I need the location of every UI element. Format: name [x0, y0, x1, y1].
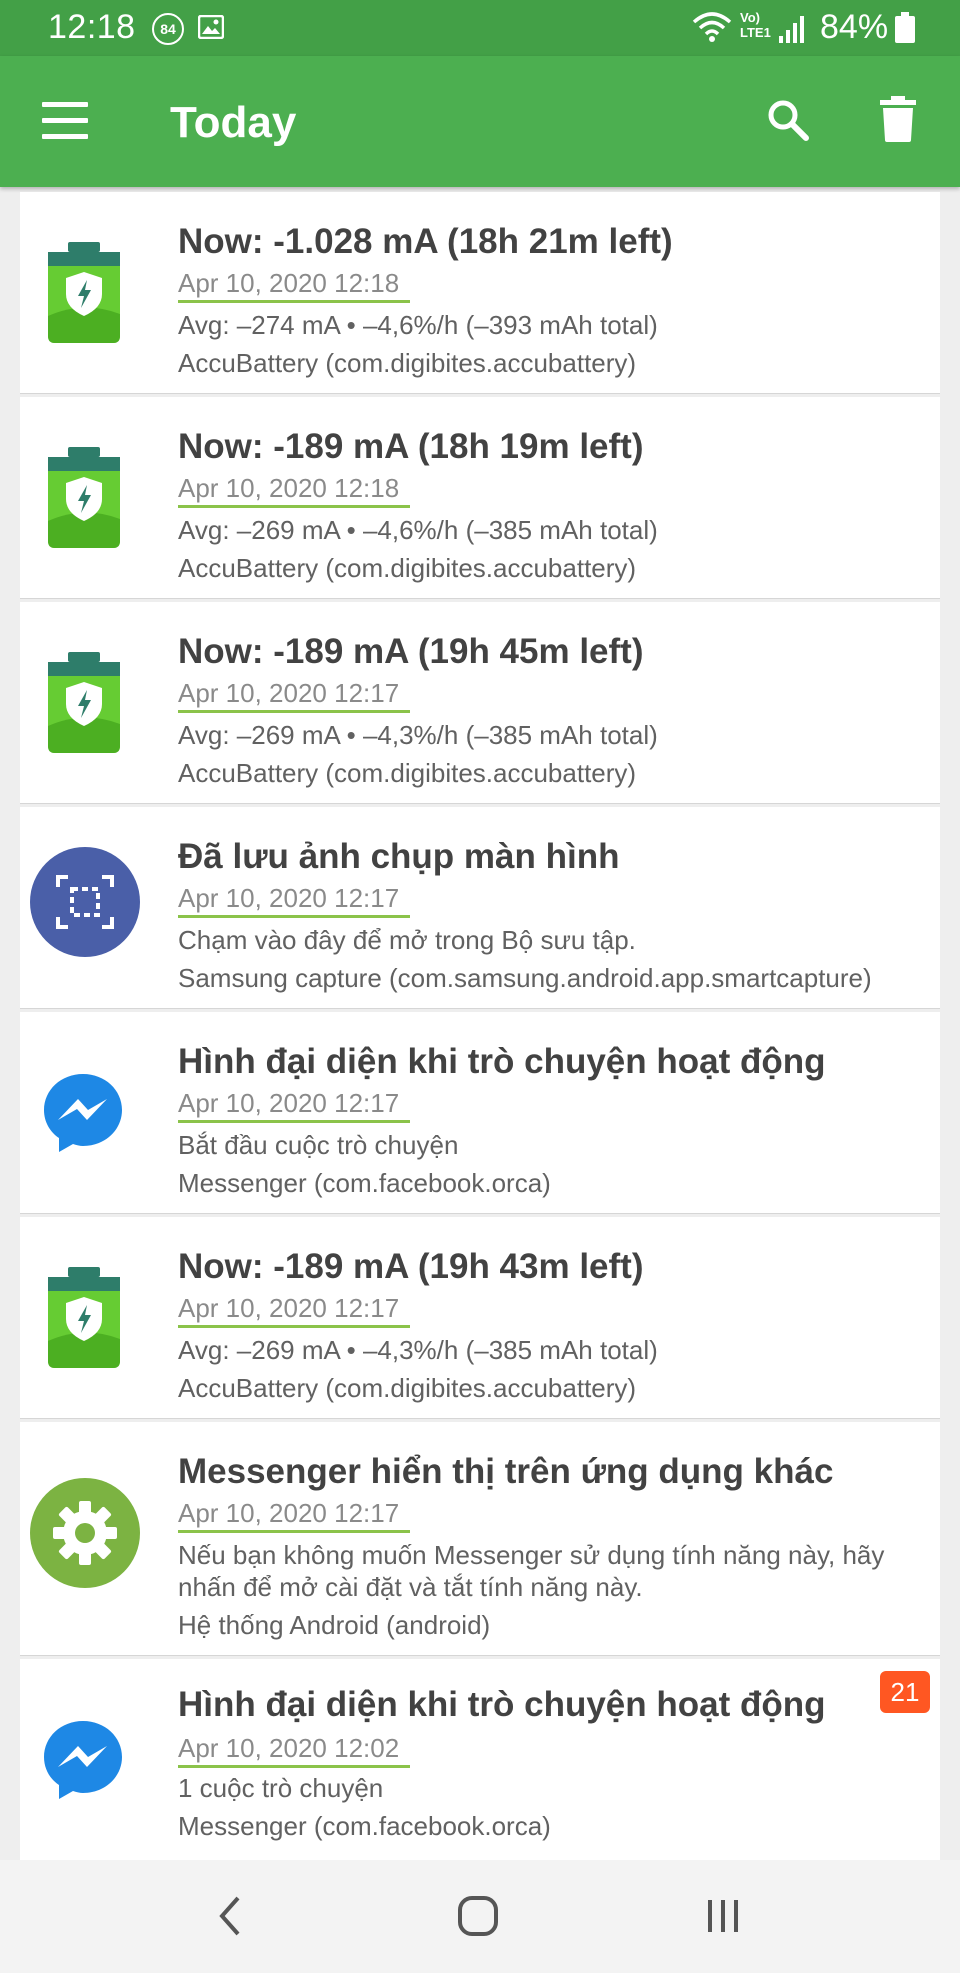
list-item[interactable]: Messenger hiển thị trên ứng dụng khác Ap… — [20, 1422, 940, 1656]
list-item[interactable]: Now: -189 mA (19h 45m left) Apr 10, 2020… — [20, 602, 940, 804]
app-bar: Today — [0, 56, 960, 187]
battery-shield-icon — [46, 242, 122, 349]
network-type-label: Vo) LTE1 — [740, 10, 771, 40]
notification-timestamp: Apr 10, 2020 12:17 — [178, 1293, 410, 1328]
notification-title: Now: -189 mA (18h 19m left) — [178, 427, 644, 466]
notification-title: Đã lưu ảnh chụp màn hình — [178, 837, 620, 876]
status-bar: 12:18 84 Vo) LTE1 84% — [0, 0, 960, 56]
notification-title: Messenger hiển thị trên ứng dụng khác — [178, 1452, 834, 1491]
menu-icon[interactable] — [42, 102, 88, 140]
list-item[interactable]: Now: -1.028 mA (18h 21m left) Apr 10, 20… — [20, 192, 940, 394]
notification-text: Chạm vào đây để mở trong Bộ sưu tập. — [178, 925, 636, 955]
battery-icon — [894, 12, 916, 49]
notification-text: Avg: –269 mA • –4,3%/h (–385 mAh total) — [178, 720, 658, 750]
list-item[interactable]: Hình đại diện khi trò chuyện hoạt động A… — [20, 1012, 940, 1214]
messenger-icon — [42, 1072, 124, 1159]
list-item[interactable]: Now: -189 mA (19h 43m left) Apr 10, 2020… — [20, 1217, 940, 1419]
notification-text: Nếu bạn không muốn Messenger sử dụng tín… — [178, 1540, 885, 1570]
notification-text: Avg: –269 mA • –4,3%/h (–385 mAh total) — [178, 1335, 658, 1365]
notification-app: Messenger (com.facebook.orca) — [178, 1811, 551, 1841]
notification-timestamp: Apr 10, 2020 12:17 — [178, 678, 410, 713]
signal-icon — [778, 14, 806, 49]
delete-icon[interactable] — [880, 96, 916, 147]
search-icon[interactable] — [766, 98, 810, 147]
notification-app: AccuBattery (com.digibites.accubattery) — [178, 1373, 637, 1403]
list-item[interactable]: Now: -189 mA (18h 19m left) Apr 10, 2020… — [20, 397, 940, 599]
list-item[interactable]: Đã lưu ảnh chụp màn hình Apr 10, 2020 12… — [20, 807, 940, 1009]
page-title: Today — [170, 98, 297, 147]
notification-app: AccuBattery (com.digibites.accubattery) — [178, 758, 637, 788]
notification-app: AccuBattery (com.digibites.accubattery) — [178, 348, 637, 378]
notification-app: AccuBattery (com.digibites.accubattery) — [178, 553, 637, 583]
notification-text: Avg: –269 mA • –4,6%/h (–385 mAh total) — [178, 515, 658, 545]
notification-app: Samsung capture (com.samsung.android.app… — [178, 963, 872, 993]
count-badge: 21 — [880, 1671, 930, 1713]
battery-shield-icon — [46, 1267, 122, 1374]
messenger-icon — [42, 1719, 124, 1806]
notification-timestamp: Apr 10, 2020 12:17 — [178, 883, 410, 918]
notification-timestamp: Apr 10, 2020 12:18 — [178, 473, 410, 508]
notification-app: Hệ thống Android (android) — [178, 1610, 491, 1640]
home-icon[interactable] — [456, 1894, 502, 1943]
notification-text: Bắt đầu cuộc trò chuyện — [178, 1130, 459, 1160]
wifi-icon — [692, 12, 732, 47]
screenshot-capture-icon — [30, 847, 140, 962]
list-item[interactable]: Hình đại diện khi trò chuyện hoạt động A… — [20, 1659, 940, 1861]
notification-count-badge: 84 — [152, 13, 184, 45]
notification-timestamp: Apr 10, 2020 12:18 — [178, 268, 410, 303]
battery-shield-icon — [46, 447, 122, 554]
notification-timestamp: Apr 10, 2020 12:17 — [178, 1498, 410, 1533]
notification-list: Now: -1.028 mA (18h 21m left) Apr 10, 20… — [20, 192, 940, 1864]
image-icon — [197, 14, 225, 44]
notification-timestamp: Apr 10, 2020 12:02 — [178, 1733, 410, 1768]
notification-title: Hình đại diện khi trò chuyện hoạt động — [178, 1042, 826, 1081]
notification-text: 1 cuộc trò chuyện — [178, 1773, 384, 1803]
notification-text: Avg: –274 mA • –4,6%/h (–393 mAh total) — [178, 310, 658, 340]
back-icon[interactable] — [210, 1894, 250, 1943]
recent-apps-icon[interactable] — [704, 1896, 744, 1941]
notification-timestamp: Apr 10, 2020 12:17 — [178, 1088, 410, 1123]
notification-app: Messenger (com.facebook.orca) — [178, 1168, 551, 1198]
notification-title: Now: -189 mA (19h 45m left) — [178, 632, 644, 671]
navigation-bar — [0, 1860, 960, 1973]
android-settings-icon — [30, 1478, 140, 1593]
notification-text: nhấn để mở cài đặt và tắt tính năng này. — [178, 1572, 643, 1602]
battery-percent: 84% — [820, 8, 889, 46]
notification-title: Hình đại diện khi trò chuyện hoạt động — [178, 1685, 826, 1724]
notification-title: Now: -1.028 mA (18h 21m left) — [178, 222, 673, 261]
status-time: 12:18 — [48, 8, 136, 46]
battery-shield-icon — [46, 652, 122, 759]
notification-title: Now: -189 mA (19h 43m left) — [178, 1247, 644, 1286]
